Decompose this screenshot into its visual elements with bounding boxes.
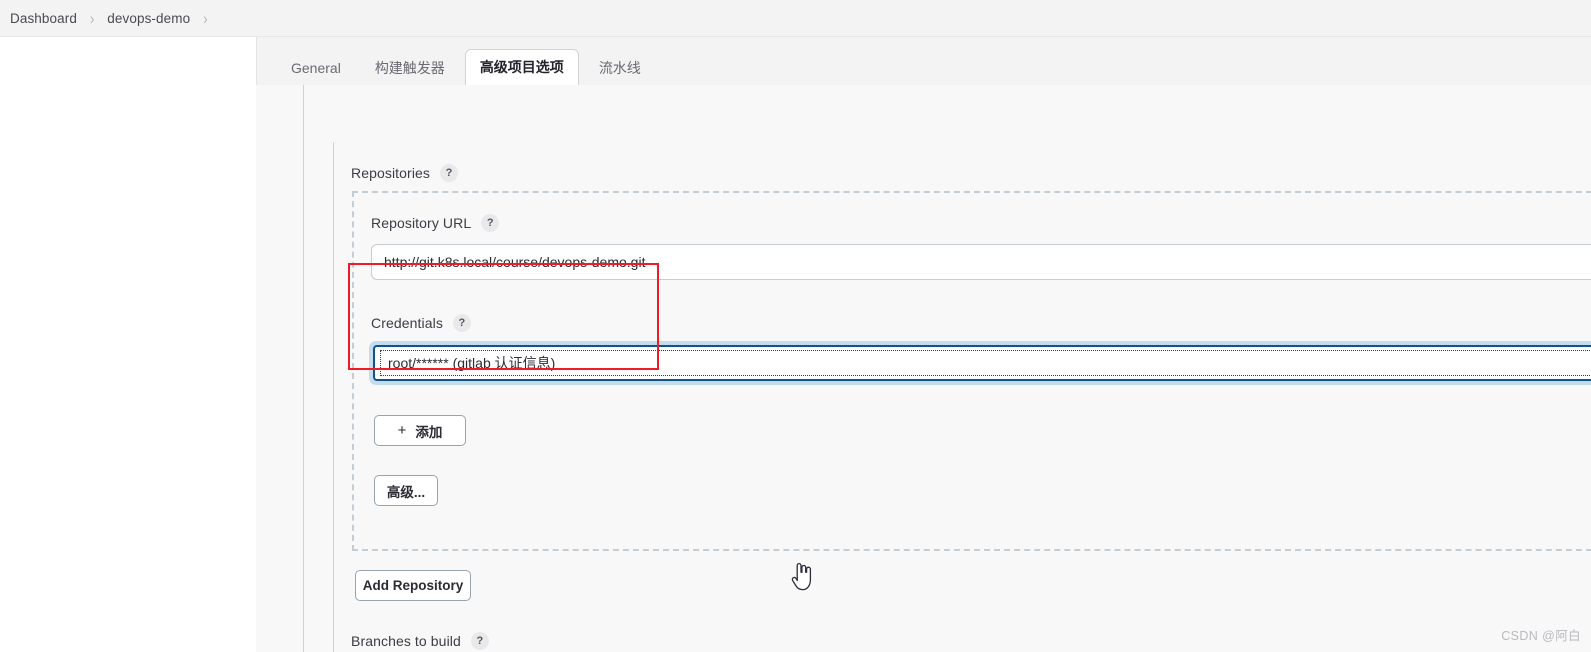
help-icon[interactable]: ? <box>470 632 489 650</box>
add-repository-button[interactable]: Add Repository <box>355 570 471 601</box>
add-repository-button-label: Add Repository <box>362 578 464 593</box>
sidebar <box>0 37 256 652</box>
breadcrumb-separator-icon: › <box>203 8 208 28</box>
branches-to-build-field-label: Branches to build ? <box>351 632 489 650</box>
credentials-selected-value: root/****** (gitlab 认证信息) <box>388 355 556 371</box>
tab-advanced-project-options[interactable]: 高级项目选项 <box>464 49 579 85</box>
add-credentials-button-label: 添加 <box>415 424 443 440</box>
credentials-select-focus-ring: root/****** (gitlab 认证信息) <box>369 341 1591 385</box>
main-content: SCM ? General 构建触发器 高级项目选项 流水线 Repositor… <box>256 37 1591 652</box>
help-icon[interactable]: ? <box>440 164 459 182</box>
credentials-label-text: Credentials <box>371 315 443 331</box>
add-credentials-button[interactable]: + 添加 <box>374 415 466 446</box>
credentials-select[interactable]: root/****** (gitlab 认证信息) <box>373 345 1591 381</box>
tab-general[interactable]: General <box>277 51 355 85</box>
branches-to-build-label-text: Branches to build <box>351 633 461 649</box>
tab-build-triggers[interactable]: 构建触发器 <box>361 51 459 85</box>
credentials-select-focus-outline: root/****** (gitlab 认证信息) <box>380 350 1591 376</box>
help-icon[interactable]: ? <box>481 214 500 232</box>
repository-url-field-label: Repository URL ? <box>371 214 500 232</box>
credentials-field-label: Credentials ? <box>371 314 471 332</box>
breadcrumb: Dashboard › devops-demo › <box>0 0 1591 37</box>
watermark: CSDN @阿白 <box>1501 629 1581 643</box>
repositories-field-label: Repositories ? <box>351 164 459 182</box>
repository-url-label-text: Repository URL <box>371 215 472 231</box>
scm-form: Repositories ? Repository URL ? Credenti… <box>256 85 1591 652</box>
breadcrumb-item-devops-demo[interactable]: devops-demo <box>107 11 190 26</box>
breadcrumb-separator-icon: › <box>89 8 95 28</box>
repositories-label-text: Repositories <box>351 165 431 181</box>
tab-pipeline[interactable]: 流水线 <box>585 51 655 85</box>
advanced-button[interactable]: 高级... <box>374 475 438 506</box>
advanced-button-label: 高级... <box>386 484 426 500</box>
tab-bar: General 构建触发器 高级项目选项 流水线 <box>256 37 1591 85</box>
breadcrumb-item-dashboard[interactable]: Dashboard <box>10 11 77 26</box>
help-icon[interactable]: ? <box>452 314 471 332</box>
plus-icon: + <box>397 422 407 439</box>
repository-url-input[interactable] <box>371 244 1591 280</box>
